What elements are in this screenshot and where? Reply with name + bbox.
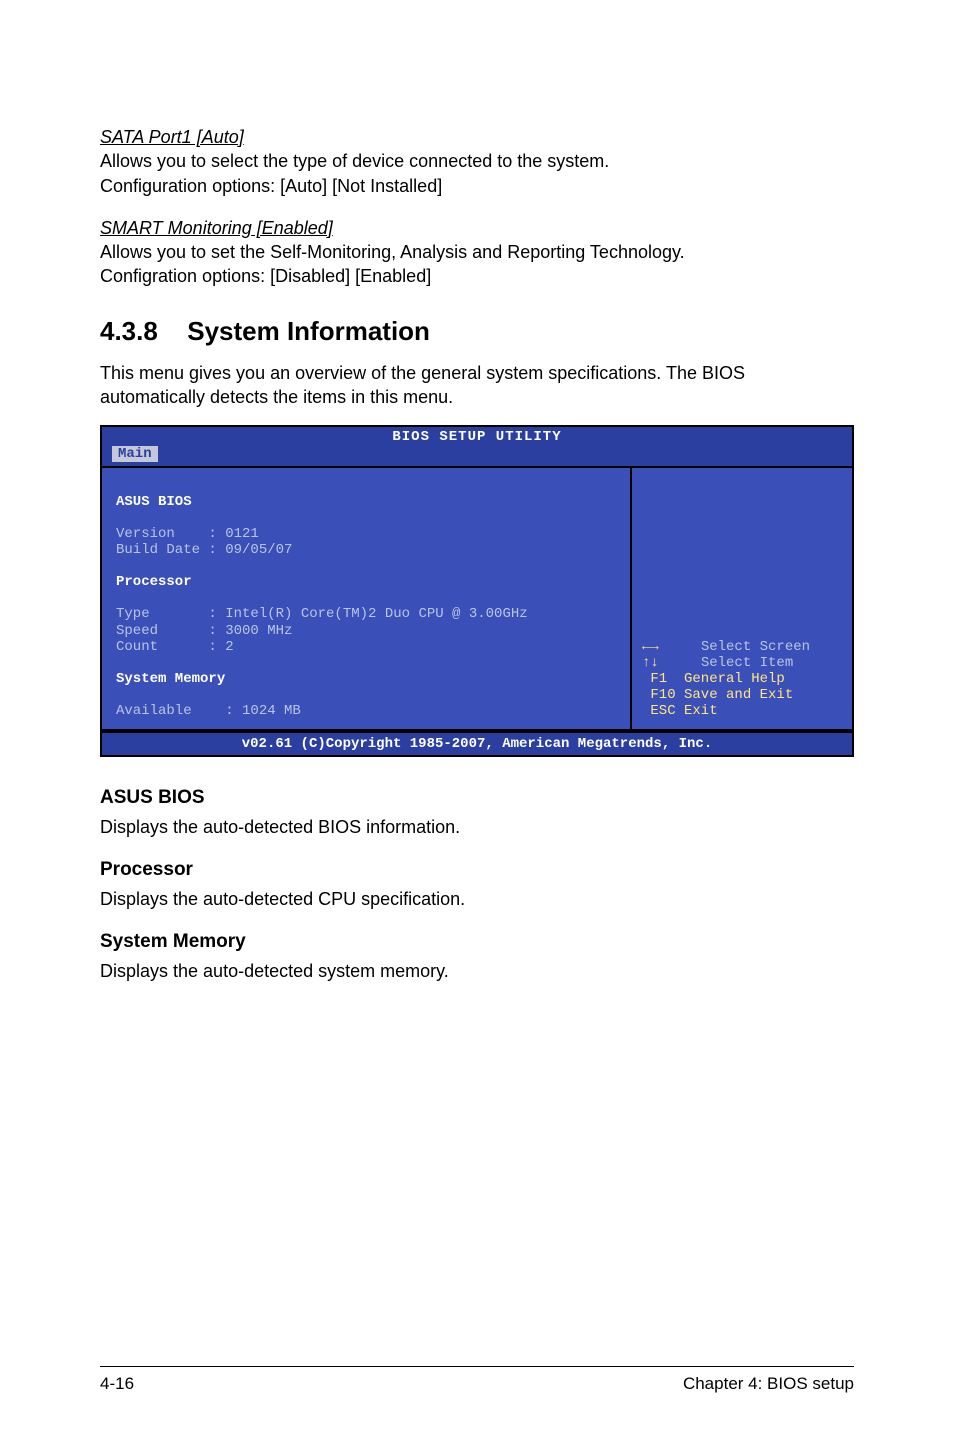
bios-help-block: Select Screen Select Item F1 General Hel… [642,623,810,720]
bios-cpu-count: Count : 2 [116,639,234,655]
processor-heading: Processor [100,857,854,883]
bios-processor-h: Processor [116,574,192,590]
bios-left-pane: ASUS BIOS Version : 0121 Build Date : 09… [102,468,632,731]
sata-block: SATA Port1 [Auto] Allows you to select t… [100,125,854,198]
section-heading: 4.3.8 System Information [100,314,854,349]
section-intro: This menu gives you an overview of the g… [100,361,854,410]
arrows-left-right-icon [642,639,659,655]
bios-help-screen: Select Screen [659,639,810,655]
page-footer: 4-16 Chapter 4: BIOS setup [100,1366,854,1396]
bios-screenshot: BIOS SETUP UTILITY Main ASUS BIOS Versio… [100,425,854,757]
bios-tab-row: Main [102,446,852,462]
chapter-label: Chapter 4: BIOS setup [683,1373,854,1396]
page-number: 4-16 [100,1373,134,1396]
bios-version: Version : 0121 [116,526,259,542]
asus-bios-desc: Displays the auto-detected BIOS informat… [100,815,854,839]
bios-sysmem-h: System Memory [116,671,225,687]
asus-bios-heading: ASUS BIOS [100,785,854,811]
bios-right-pane: Select Screen Select Item F1 General Hel… [632,468,852,731]
bios-header: BIOS SETUP UTILITY Main [102,427,852,465]
bios-build-date: Build Date : 09/05/07 [116,542,292,558]
smart-line2: Configration options: [Disabled] [Enable… [100,264,854,288]
bios-help-f1: F1 General Help [642,671,785,687]
system-memory-desc: Displays the auto-detected system memory… [100,959,854,983]
bios-help-f10: F10 Save and Exit [642,687,793,703]
smart-line1: Allows you to set the Self-Monitoring, A… [100,240,854,264]
sata-line2: Configuration options: [Auto] [Not Insta… [100,174,854,198]
bios-body: ASUS BIOS Version : 0121 Build Date : 09… [102,466,852,731]
bios-asus-bios: ASUS BIOS [116,494,192,510]
bios-tab-main: Main [112,446,158,462]
bios-help-item: Select Item [659,655,793,671]
bios-title: BIOS SETUP UTILITY [102,429,852,445]
arrows-up-down-icon [642,655,659,671]
system-memory-heading: System Memory [100,929,854,955]
section-title-text: System Information [187,316,430,346]
sata-heading: SATA Port1 [Auto] [100,125,854,149]
smart-block: SMART Monitoring [Enabled] Allows you to… [100,216,854,289]
bios-help-esc: ESC Exit [642,703,718,719]
processor-desc: Displays the auto-detected CPU specifica… [100,887,854,911]
bios-cpu-type: Type : Intel(R) Core(TM)2 Duo CPU @ 3.00… [116,606,528,622]
bios-cpu-speed: Speed : 3000 MHz [116,623,292,639]
section-number: 4.3.8 [100,314,180,349]
sata-line1: Allows you to select the type of device … [100,149,854,173]
bios-footer: v02.61 (C)Copyright 1985-2007, American … [102,731,852,755]
smart-heading: SMART Monitoring [Enabled] [100,216,854,240]
bios-mem-available: Available : 1024 MB [116,703,301,719]
